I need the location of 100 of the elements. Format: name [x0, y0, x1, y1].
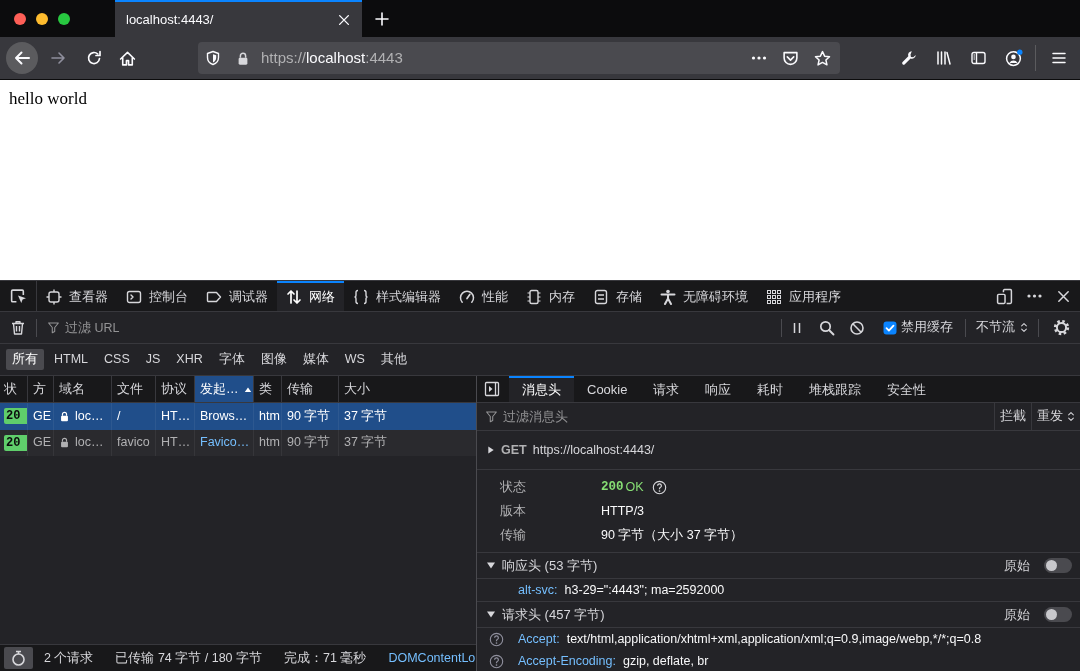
details-tab[interactable]: Cookie: [574, 376, 641, 402]
wrench-icon[interactable]: [901, 50, 917, 66]
url-filter-field[interactable]: 过滤 URL: [65, 316, 781, 339]
type-filter-button[interactable]: 媒体: [296, 349, 335, 370]
type-filter-button[interactable]: XHR: [170, 349, 209, 370]
cursor-in-box-icon[interactable]: [9, 287, 27, 305]
devtools-tab[interactable]: 网络: [277, 281, 344, 311]
chip-icon: [526, 289, 542, 305]
header-filter-field[interactable]: 过滤消息头: [503, 405, 994, 428]
raw-label: 原始: [1004, 557, 1030, 574]
column-header[interactable]: 方: [28, 376, 54, 402]
trash-icon[interactable]: [10, 319, 26, 336]
type-filter-button[interactable]: CSS: [98, 349, 136, 370]
braces-icon: [353, 289, 369, 305]
details-tab[interactable]: 安全性: [874, 376, 940, 402]
devtools-tab[interactable]: 样式编辑器: [344, 281, 450, 311]
devtools-tab[interactable]: 无障碍环境: [651, 281, 757, 311]
devtools-tab[interactable]: 查看器: [37, 281, 117, 311]
close-icon[interactable]: [1056, 288, 1071, 304]
expand-triangle-icon[interactable]: [486, 561, 496, 570]
home-icon[interactable]: [119, 49, 136, 67]
column-header[interactable]: 发起…: [195, 376, 254, 402]
raw-toggle[interactable]: [1044, 558, 1072, 573]
header-name: Accept:: [518, 631, 560, 647]
expand-triangle-icon[interactable]: [486, 610, 496, 619]
disable-cache-checkbox[interactable]: [883, 320, 897, 335]
close-tab-icon[interactable]: [337, 12, 351, 27]
reload-icon[interactable]: [86, 50, 102, 66]
finish-time: 完成：71 毫秒: [283, 650, 368, 666]
search-icon[interactable]: [819, 319, 835, 336]
table-cell: HT…: [161, 435, 191, 451]
type-filter-button[interactable]: WS: [338, 349, 371, 370]
column-header[interactable]: 文件: [112, 376, 156, 402]
devices-icon[interactable]: [996, 287, 1013, 305]
help-icon[interactable]: [489, 631, 504, 647]
window-zoom-icon[interactable]: [58, 12, 70, 25]
table-cell: GE: [33, 435, 52, 451]
details-tab[interactable]: 堆栈跟踪: [796, 376, 875, 402]
details-tab[interactable]: 消息头: [509, 376, 574, 402]
type-filter-button[interactable]: 图像: [254, 349, 293, 370]
raw-toggle[interactable]: [1044, 607, 1072, 622]
column-header[interactable]: 域名: [54, 376, 112, 402]
browser-tab[interactable]: localhost:4443/: [115, 0, 362, 37]
books-icon[interactable]: [935, 50, 952, 66]
column-header[interactable]: 大小: [339, 376, 476, 402]
column-header[interactable]: 状: [0, 376, 28, 402]
type-filter-button[interactable]: JS: [139, 349, 167, 370]
back-icon[interactable]: [6, 42, 38, 74]
up-down-arrows-icon: [1020, 322, 1028, 333]
filter-icon: [47, 321, 60, 334]
column-header[interactable]: 类: [254, 376, 282, 402]
stopwatch-icon[interactable]: [4, 647, 33, 669]
gauge-icon: [459, 289, 475, 305]
sidebar-icon[interactable]: [970, 50, 987, 66]
forward-icon[interactable]: [50, 50, 66, 66]
lock-icon[interactable]: [236, 50, 250, 66]
type-filter-button[interactable]: 字体: [212, 349, 251, 370]
help-icon[interactable]: [489, 653, 504, 669]
address-field[interactable]: https://localhost:4443: [198, 42, 840, 74]
details-tab[interactable]: 响应: [692, 376, 745, 402]
throttling-select[interactable]: 不节流: [966, 312, 1038, 343]
type-filter-button[interactable]: HTML: [48, 349, 95, 370]
request-row[interactable]: 20 GE loc… favico HT… Favico… htm 90 字节 37 字节: [0, 429, 476, 456]
action-button[interactable]: 重发: [1031, 403, 1080, 430]
column-header[interactable]: 传输: [282, 376, 339, 402]
page-text: hello world: [9, 89, 87, 110]
shield-icon[interactable]: [205, 50, 221, 66]
table-cell: /: [117, 408, 121, 424]
window-close-icon[interactable]: [14, 12, 26, 25]
window-minimize-icon[interactable]: [36, 12, 48, 25]
settings-icon[interactable]: [1053, 319, 1070, 336]
lock-icon: [59, 409, 70, 423]
table-cell: 90 字节: [287, 435, 331, 451]
devtools-tab[interactable]: 存储: [584, 281, 651, 311]
type-filter-button[interactable]: 其他: [374, 349, 413, 370]
block-icon[interactable]: [849, 319, 865, 336]
initiator-link[interactable]: Favico…: [200, 435, 250, 451]
request-row[interactable]: 20 GE loc… / HT… Brows… htm 90 字节 37 字节: [0, 403, 476, 430]
plus-icon[interactable]: [374, 10, 390, 27]
menu-icon[interactable]: [1051, 50, 1067, 66]
expand-triangle-icon[interactable]: [487, 445, 495, 455]
section-title: 请求头 (457 字节): [502, 606, 605, 623]
lined-box-icon: [593, 289, 609, 305]
chevron-shield-icon[interactable]: [782, 49, 799, 67]
devtools-tab[interactable]: 调试器: [197, 281, 277, 311]
action-button[interactable]: 拦截: [994, 403, 1031, 430]
devtools-tab[interactable]: 性能: [450, 281, 517, 311]
devtools-tab[interactable]: 控制台: [117, 281, 197, 311]
transfer-summary: 已传输 74 字节 / 180 字节: [114, 650, 264, 666]
details-tab[interactable]: 请求: [640, 376, 693, 402]
devtools-tab[interactable]: 内存: [517, 281, 584, 311]
table-cell: 37 字节: [344, 435, 388, 451]
request-url: https://localhost:4443/: [532, 442, 655, 458]
type-filter-button[interactable]: 所有: [6, 349, 44, 370]
disable-cache-label[interactable]: 禁用缓存: [901, 320, 953, 335]
square-crosshair-icon: [46, 289, 62, 305]
details-tab[interactable]: 耗时: [744, 376, 797, 402]
account-icon[interactable]: [1005, 49, 1023, 67]
devtools-tab[interactable]: 应用程序: [757, 281, 850, 311]
star-icon[interactable]: [814, 49, 831, 67]
